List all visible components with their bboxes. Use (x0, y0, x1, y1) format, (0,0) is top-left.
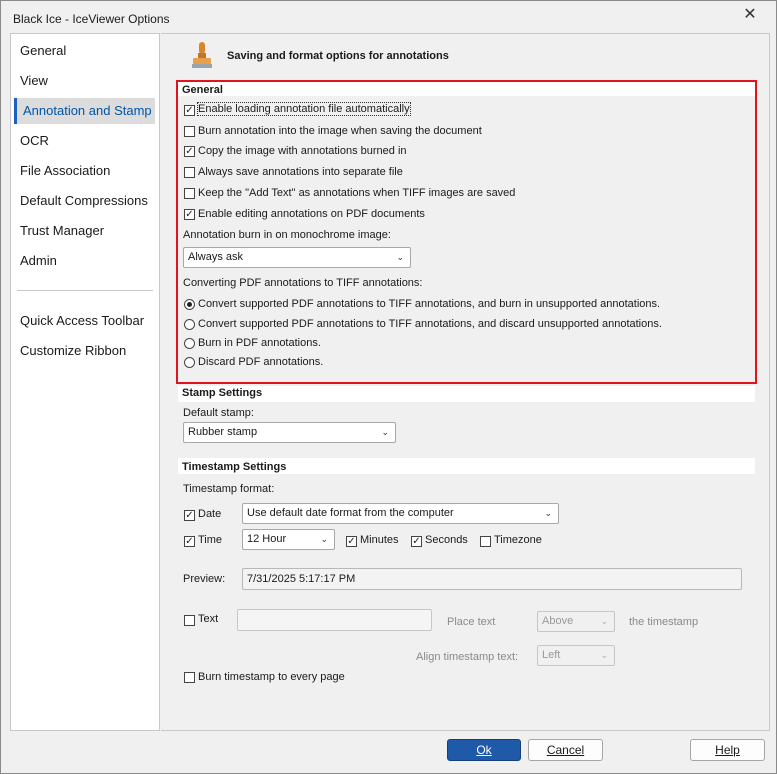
cancel-button-label: Cancel (546, 743, 585, 757)
timezone-label: Timezone (494, 534, 542, 546)
place-text-dropdown[interactable]: Above ⌄ (537, 611, 615, 632)
text-label: Text (198, 613, 219, 625)
seconds-checkbox[interactable] (411, 536, 422, 547)
date-format-dropdown[interactable]: Use default date format from the compute… (242, 503, 559, 524)
ok-button[interactable]: Ok (447, 739, 521, 761)
options-dialog: Black Ice - IceViewer Options ✕ General … (0, 0, 777, 774)
stamp-header-bg (178, 386, 755, 402)
sidebar-item-file-association[interactable]: File Association (11, 158, 159, 184)
place-text-suffix: the timestamp (629, 616, 699, 628)
title-bar: Black Ice - IceViewer Options ✕ (1, 1, 776, 35)
sidebar-item-annotation-and-stamp[interactable]: Annotation and Stamp (14, 98, 155, 124)
time-label: Time (198, 534, 223, 546)
text-input[interactable] (237, 609, 432, 631)
sidebar-item-default-compressions[interactable]: Default Compressions (11, 188, 159, 214)
time-format-dropdown[interactable]: 12 Hour ⌄ (242, 529, 335, 550)
highlight-box (176, 80, 757, 384)
chevron-down-icon: ⌄ (600, 650, 608, 660)
stamp-section-title: Stamp Settings (182, 387, 263, 399)
page-title: Saving and format options for annotation… (227, 50, 449, 62)
timezone-checkbox[interactable] (480, 536, 491, 547)
place-text-label: Place text (447, 616, 496, 628)
minutes-label: Minutes (360, 534, 399, 546)
time-checkbox[interactable] (184, 536, 195, 547)
chevron-down-icon: ⌄ (320, 534, 328, 544)
default-stamp-dropdown[interactable]: Rubber stamp ⌄ (183, 422, 396, 443)
date-checkbox[interactable] (184, 510, 195, 521)
sidebar-item-view[interactable]: View (11, 68, 159, 94)
timestamp-format-label: Timestamp format: (183, 483, 275, 495)
ok-button-label: Ok (476, 743, 492, 757)
sidebar-item-quick-access-toolbar[interactable]: Quick Access Toolbar (11, 308, 159, 334)
burn-every-page-label: Burn timestamp to every page (198, 671, 345, 683)
seconds-label: Seconds (425, 534, 468, 546)
burn-every-page-checkbox[interactable] (184, 672, 195, 683)
chevron-down-icon: ⌄ (600, 616, 608, 626)
preview-field: 7/31/2025 5:17:17 PM (242, 568, 742, 590)
help-button[interactable]: Help (690, 739, 765, 761)
sidebar-item-customize-ribbon[interactable]: Customize Ribbon (11, 338, 159, 364)
chevron-down-icon: ⌄ (544, 508, 552, 518)
preview-label: Preview: (183, 573, 226, 585)
place-text-value: Above (542, 615, 574, 627)
date-format-value: Use default date format from the compute… (247, 507, 454, 519)
help-button-label: Help (715, 743, 740, 757)
align-text-dropdown[interactable]: Left ⌄ (537, 645, 615, 666)
date-label: Date (198, 508, 222, 520)
window-title: Black Ice - IceViewer Options (13, 12, 170, 26)
minutes-checkbox[interactable] (346, 536, 357, 547)
rubber-stamp-icon (192, 42, 212, 68)
default-stamp-value: Rubber stamp (188, 426, 258, 438)
close-icon[interactable]: ✕ (738, 5, 762, 25)
sidebar-item-admin[interactable]: Admin (11, 248, 159, 274)
sidebar-divider (17, 290, 153, 291)
sidebar: General View Annotation and Stamp OCR Fi… (10, 33, 160, 731)
sidebar-item-general[interactable]: General (11, 38, 159, 64)
cancel-button[interactable]: Cancel (528, 739, 603, 761)
timestamp-section-title: Timestamp Settings (182, 461, 287, 473)
align-text-label: Align timestamp text: (416, 651, 519, 663)
time-format-value: 12 Hour (247, 533, 287, 545)
sidebar-item-ocr[interactable]: OCR (11, 128, 159, 154)
sidebar-item-trust-manager[interactable]: Trust Manager (11, 218, 159, 244)
chevron-down-icon: ⌄ (381, 427, 389, 437)
text-checkbox[interactable] (184, 615, 195, 626)
default-stamp-label: Default stamp: (183, 407, 254, 419)
align-text-value: Left (542, 649, 561, 661)
